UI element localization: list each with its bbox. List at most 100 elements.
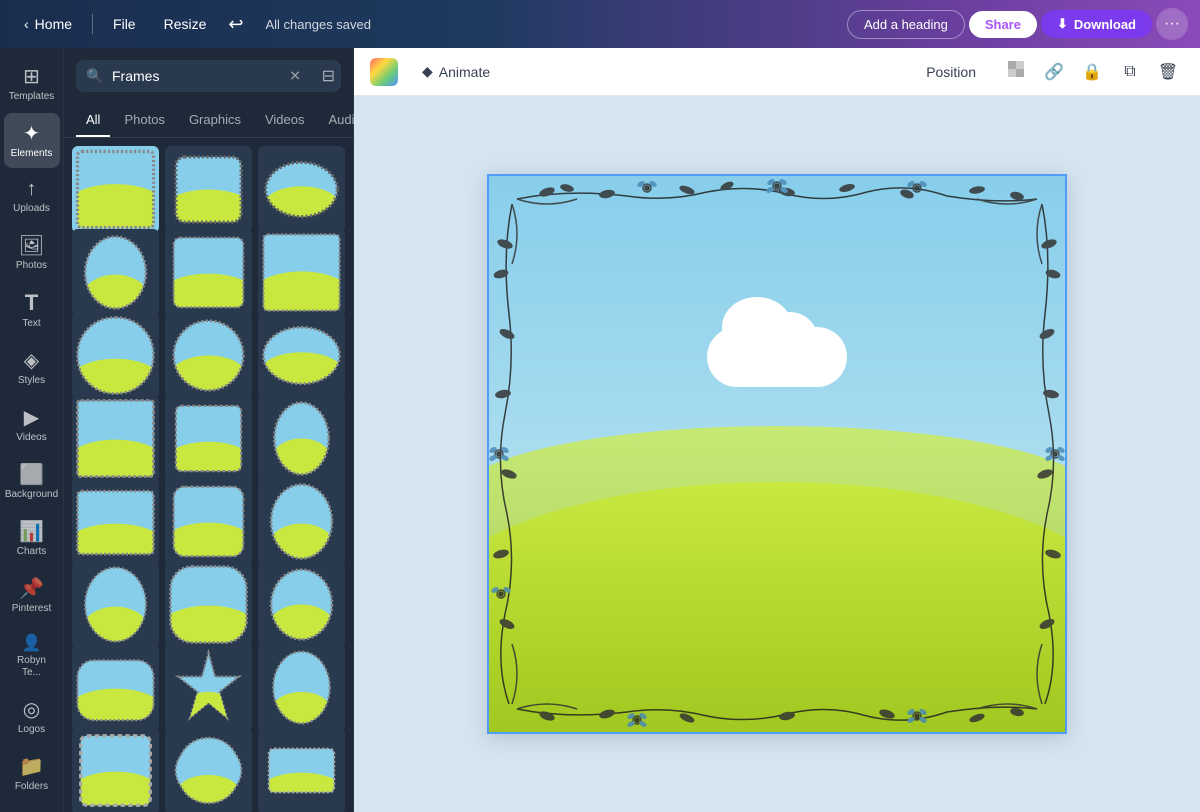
logos-label: Logos: [18, 724, 45, 736]
frame-thumb-7[interactable]: [72, 312, 159, 399]
link-button[interactable]: 🔗: [1038, 56, 1070, 88]
canvas-workspace[interactable]: ↻: [354, 96, 1200, 812]
color-palette-button[interactable]: [370, 58, 398, 86]
frame-thumb-22[interactable]: [72, 727, 159, 812]
download-label: Download: [1074, 17, 1136, 32]
frame-thumb-13[interactable]: [72, 478, 159, 565]
share-button[interactable]: Share: [969, 11, 1037, 38]
tab-photos[interactable]: Photos: [114, 104, 174, 137]
text-label: Text: [22, 318, 40, 330]
canvas-area: ◆ Animate Position: [354, 48, 1200, 812]
frame-thumb-3[interactable]: [258, 146, 345, 233]
delete-button[interactable]: 🗑: [1152, 56, 1184, 88]
position-button[interactable]: Position: [914, 58, 988, 86]
filter-icon[interactable]: ⊟: [322, 66, 335, 86]
nav-divider: [92, 14, 93, 34]
share-label: Share: [985, 17, 1021, 32]
frame-thumb-6[interactable]: [258, 229, 345, 316]
file-button[interactable]: File: [101, 10, 148, 38]
sidebar-item-background[interactable]: ⬜ Background: [4, 454, 60, 509]
clear-search-button[interactable]: ✕: [289, 68, 301, 85]
animate-button[interactable]: ◆ Animate: [410, 57, 502, 86]
sidebar-item-pinterest[interactable]: 📌 Pinterest: [4, 568, 60, 623]
sidebar-item-uploads[interactable]: ↑ Uploads: [4, 170, 60, 223]
tab-all[interactable]: All: [76, 104, 110, 137]
file-label: File: [113, 16, 136, 32]
canvas-toolbar: ◆ Animate Position: [354, 48, 1200, 96]
sidebar-item-elements[interactable]: ✦ Elements: [4, 113, 60, 168]
frame-thumb-14[interactable]: [165, 478, 252, 565]
frame-thumb-12[interactable]: [258, 395, 345, 482]
ellipsis-icon: ···: [1164, 15, 1180, 33]
templates-icon: ⊞: [23, 64, 40, 89]
frame-thumb-17[interactable]: [165, 561, 252, 648]
uploads-icon: ↑: [27, 178, 37, 201]
frame-thumb-8[interactable]: [165, 312, 252, 399]
sidebar-item-styles[interactable]: ◈ Styles: [4, 340, 60, 395]
sidebar-item-robyn[interactable]: 👤 Robyn Te...: [4, 625, 60, 687]
sidebar-item-templates[interactable]: ⊞ Templates: [4, 56, 60, 111]
checkerboard-button[interactable]: [1000, 56, 1032, 88]
sidebar-item-charts[interactable]: 📊 Charts: [4, 511, 60, 566]
frame-thumb-2[interactable]: [165, 146, 252, 233]
resize-button[interactable]: Resize: [152, 10, 219, 38]
sidebar-item-folders[interactable]: 📁 Folders: [4, 746, 60, 801]
frame-thumb-18[interactable]: [258, 561, 345, 648]
frame-thumb-20[interactable]: [165, 644, 252, 731]
frame-thumb-5[interactable]: [165, 229, 252, 316]
sidebar-item-text[interactable]: T Text: [4, 282, 60, 338]
elements-label: Elements: [11, 148, 53, 160]
search-input[interactable]: [76, 60, 341, 92]
templates-label: Templates: [9, 91, 55, 103]
panels-area: 🔍 ✕ ⊟ All Photos Graphics Videos: [64, 48, 1200, 812]
frame-thumb-23[interactable]: [165, 727, 252, 812]
sidebar-item-logos[interactable]: ◎ Logos: [4, 689, 60, 744]
link-icon: 🔗: [1044, 62, 1064, 82]
frame-thumb-21[interactable]: [258, 644, 345, 731]
sidebar-item-videos[interactable]: ▶ Videos: [4, 397, 60, 452]
more-options-button[interactable]: ···: [1156, 8, 1188, 40]
home-button[interactable]: ‹ Home: [12, 10, 84, 38]
search-tabs: All Photos Graphics Videos Audio: [64, 104, 353, 138]
search-icon: 🔍: [86, 68, 103, 85]
frame-thumb-9[interactable]: [258, 312, 345, 399]
scene-background: [487, 174, 1067, 734]
frames-grid: [64, 138, 353, 812]
robyn-label: Robyn Te...: [10, 655, 54, 679]
logos-icon: ◎: [23, 697, 40, 722]
animate-label: Animate: [439, 64, 490, 80]
tab-graphics[interactable]: Graphics: [179, 104, 251, 137]
trash-icon: 🗑: [1158, 62, 1178, 82]
duplicate-button[interactable]: ⧉: [1114, 56, 1146, 88]
canvas-frame[interactable]: [487, 174, 1067, 734]
charts-icon: 📊: [19, 519, 44, 544]
lock-button[interactable]: 🔒: [1076, 56, 1108, 88]
tab-videos[interactable]: Videos: [255, 104, 315, 137]
frame-thumb-10[interactable]: [72, 395, 159, 482]
resize-label: Resize: [164, 16, 207, 32]
duplicate-icon: ⧉: [1124, 63, 1135, 81]
sidebar-item-photos[interactable]: 🖼 Photos: [4, 225, 60, 280]
charts-label: Charts: [17, 546, 46, 558]
frame-thumb-4[interactable]: [72, 229, 159, 316]
animate-icon: ◆: [422, 63, 433, 80]
pinterest-icon: 📌: [19, 576, 44, 601]
robyn-icon: 👤: [22, 633, 42, 653]
cloud-base: [707, 327, 847, 387]
frame-thumb-11[interactable]: [165, 395, 252, 482]
add-heading-label: Add a heading: [864, 17, 948, 32]
text-icon: T: [25, 290, 38, 316]
frame-thumb-16[interactable]: [72, 561, 159, 648]
position-label: Position: [926, 64, 976, 80]
search-bar-container: 🔍 ✕ ⊟: [64, 48, 353, 104]
frame-thumb-24[interactable]: [258, 727, 345, 812]
frame-thumb-19[interactable]: [72, 644, 159, 731]
add-heading-button[interactable]: Add a heading: [847, 10, 965, 39]
download-button[interactable]: ⬇ Download: [1041, 10, 1152, 38]
download-icon: ⬇: [1057, 16, 1068, 32]
styles-label: Styles: [18, 375, 45, 387]
frame-thumb-1[interactable]: [72, 146, 159, 233]
frame-thumb-15[interactable]: [258, 478, 345, 565]
undo-button[interactable]: ↩: [222, 8, 249, 41]
scene-grass: [487, 482, 1067, 734]
